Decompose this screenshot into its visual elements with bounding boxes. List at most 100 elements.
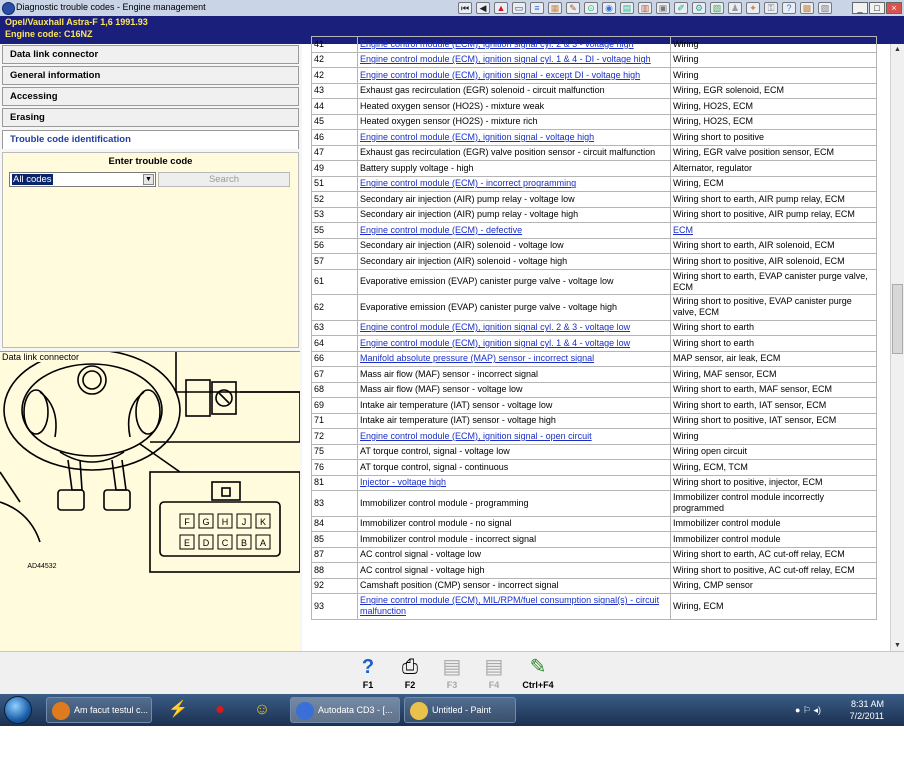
help-icon[interactable]: ?: [782, 2, 796, 14]
dtc-cause-link[interactable]: ECM: [670, 222, 877, 239]
dtc-cause: Wiring short to positive, AIR pump relay…: [670, 206, 877, 223]
table-row[interactable]: 46 Engine control module (ECM), ignition …: [311, 129, 877, 146]
connector-pin-E: E: [184, 538, 190, 548]
scroll-up-icon[interactable]: ▲: [892, 44, 903, 55]
f3-button[interactable]: ▤ F3: [433, 654, 471, 694]
taskbar-autodata[interactable]: Autodata CD3 - [...: [290, 697, 400, 723]
dtc-code: 53: [311, 206, 358, 223]
info-icon[interactable]: ⊙: [584, 2, 598, 14]
table-row[interactable]: 63 Engine control module (ECM), ignition …: [311, 319, 877, 336]
dtc-description-link[interactable]: Engine control module (ECM), ignition si…: [357, 335, 671, 352]
dtc-cause: Wiring, ECM: [670, 593, 877, 620]
pen-icon[interactable]: ✐: [674, 2, 688, 14]
dtc-cause: Immobilizer control module: [670, 531, 877, 548]
clock-time[interactable]: 8:31 AM: [851, 699, 884, 709]
f2-print-button[interactable]: ⎙ F2: [391, 654, 429, 694]
table-row[interactable]: 72 Engine control module (ECM), ignition …: [311, 428, 877, 445]
nav-erasing[interactable]: Erasing: [2, 108, 299, 127]
taskbar-pinned-app[interactable]: ⚡: [158, 697, 198, 723]
dtc-description-link[interactable]: Engine control module (ECM), ignition si…: [357, 51, 671, 68]
system-tray[interactable]: ● ⚐ ◂): [795, 705, 821, 716]
table-row[interactable]: 42 Engine control module (ECM), ignition …: [311, 67, 877, 84]
book-icon[interactable]: ▦: [548, 2, 562, 14]
note-icon[interactable]: ▨: [818, 2, 832, 14]
table-row[interactable]: 64 Engine control module (ECM), ignition …: [311, 335, 877, 352]
dtc-description-link[interactable]: Engine control module (ECM) - defective: [357, 222, 671, 239]
close-button[interactable]: ×: [886, 2, 902, 14]
clock-date[interactable]: 7/2/2011: [850, 711, 884, 721]
dtc-description-link[interactable]: Injector - voltage high: [357, 474, 671, 491]
chart-icon[interactable]: ▥: [638, 2, 652, 14]
dtc-description-link[interactable]: Engine control module (ECM), ignition si…: [357, 36, 671, 53]
maximize-button[interactable]: □: [869, 2, 885, 14]
dtc-cause: Wiring short to positive, AIR solenoid, …: [670, 253, 877, 270]
dtc-description-link[interactable]: Manifold absolute pressure (MAP) sensor …: [357, 350, 671, 367]
dtc-description: Immobilizer control module - incorrect s…: [357, 531, 671, 548]
dtc-code: 84: [311, 515, 358, 532]
dtc-cause: Wiring short to earth: [670, 319, 877, 336]
table-row[interactable]: 51 Engine control module (ECM) - incorrec…: [311, 175, 877, 192]
connector-pin-C: C: [222, 538, 229, 548]
user-icon[interactable]: ♟: [728, 2, 742, 14]
car-icon[interactable]: ⚙: [692, 2, 706, 14]
window-icon[interactable]: ▭: [512, 2, 526, 14]
dtc-cause: Wiring, EGR valve position sensor, ECM: [670, 144, 877, 161]
table-row[interactable]: 42 Engine control module (ECM), ignition …: [311, 51, 877, 68]
taskbar-firefox-label: Am facut testul c...: [74, 705, 149, 715]
yahoo-messenger-icon[interactable]: ☺: [242, 697, 282, 723]
warning-icon[interactable]: ▲: [494, 2, 508, 14]
dtc-description-link[interactable]: Engine control module (ECM), ignition si…: [357, 129, 671, 146]
key-icon[interactable]: ⚿: [764, 2, 778, 14]
dtc-cause: Wiring, HO2S, ECM: [670, 98, 877, 115]
taskbar-firefox[interactable]: Am facut testul c...: [46, 697, 152, 723]
vertical-scrollbar[interactable]: ▲ ▼: [890, 44, 904, 651]
nav-data-link-connector[interactable]: Data link connector: [2, 45, 299, 64]
scroll-thumb[interactable]: [892, 284, 903, 354]
firefox-icon: [52, 701, 70, 720]
dtc-description-link[interactable]: Engine control module (ECM), ignition si…: [357, 319, 671, 336]
calc-icon[interactable]: ▩: [800, 2, 814, 14]
chevron-down-icon[interactable]: ▼: [143, 174, 154, 185]
nav-general-information[interactable]: General information: [2, 66, 299, 85]
f1-help-button[interactable]: ? F1: [349, 654, 387, 694]
trouble-code-select[interactable]: All codes ▼: [9, 172, 156, 187]
table-row: 44 Heated oxygen sensor (HO2S) - mixture …: [311, 98, 877, 115]
parts-icon[interactable]: ▧: [710, 2, 724, 14]
table-row: 92 Camshaft position (CMP) sensor - incor…: [311, 577, 877, 594]
wrench-icon[interactable]: ▣: [656, 2, 670, 14]
taskbar-paint[interactable]: Untitled - Paint: [404, 697, 516, 723]
search-button[interactable]: Search: [158, 172, 290, 187]
first-icon[interactable]: ⏮: [458, 2, 472, 14]
ctrl-f4-notes-button[interactable]: ✎ Ctrl+F4: [517, 654, 559, 694]
f4-button[interactable]: ▤ F4: [475, 654, 513, 694]
dtc-description-link[interactable]: Engine control module (ECM) - incorrect …: [357, 175, 671, 192]
paint-icon[interactable]: ✦: [746, 2, 760, 14]
notes-icon: ✎: [529, 656, 547, 678]
cd-icon[interactable]: ◉: [602, 2, 616, 14]
engine-code: Engine code: C16NZ: [5, 29, 93, 39]
diagram-reference: AD44532: [27, 563, 56, 570]
table-row[interactable]: 93 Engine control module (ECM), MIL/RPM/f…: [311, 593, 877, 620]
minimize-button[interactable]: _: [852, 2, 868, 14]
dtc-description: Secondary air injection (AIR) solenoid -…: [357, 253, 671, 270]
opera-icon[interactable]: ●: [200, 697, 240, 723]
table-row[interactable]: 41 Engine control module (ECM), ignition …: [311, 36, 877, 53]
table-row[interactable]: 81 Injector - voltage high Wiring short to…: [311, 474, 877, 491]
nav-accessing[interactable]: Accessing: [2, 87, 299, 106]
dtc-description-link[interactable]: Engine control module (ECM), ignition si…: [357, 428, 671, 445]
gear-icon[interactable]: ✎: [566, 2, 580, 14]
table-row[interactable]: 55 Engine control module (ECM) - defectiv…: [311, 222, 877, 239]
table-row[interactable]: 66 Manifold absolute pressure (MAP) senso…: [311, 350, 877, 367]
grid-icon[interactable]: ▤: [620, 2, 634, 14]
dtc-code: 42: [311, 51, 358, 68]
nav-trouble-code-identification[interactable]: Trouble code identification: [2, 130, 299, 149]
dtc-description-link[interactable]: Engine control module (ECM), MIL/RPM/fue…: [357, 593, 671, 620]
table-row: 67 Mass air flow (MAF) sensor - incorrect…: [311, 366, 877, 383]
tool-icon[interactable]: ≡: [530, 2, 544, 14]
start-button[interactable]: [4, 696, 32, 724]
scroll-down-icon[interactable]: ▼: [892, 640, 903, 651]
prev-icon[interactable]: ◀: [476, 2, 490, 14]
dtc-description-link[interactable]: Engine control module (ECM), ignition si…: [357, 67, 671, 84]
dtc-cause: MAP sensor, air leak, ECM: [670, 350, 877, 367]
dtc-code: 87: [311, 546, 358, 563]
